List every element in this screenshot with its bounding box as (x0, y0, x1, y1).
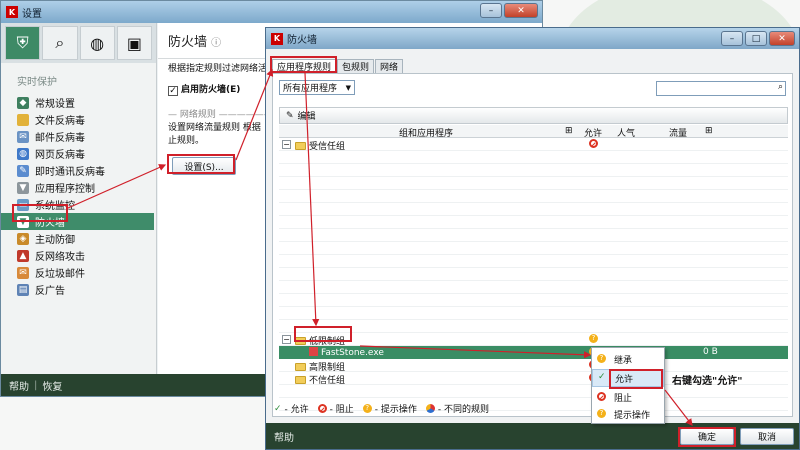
protection-tab-icon[interactable]: ⛨ (5, 26, 41, 60)
help-link[interactable]: 帮助 (9, 378, 29, 393)
context-menu: ? 继承 ✓ 允许 阻止 ? 提示操作 (591, 347, 665, 424)
sidebar-item-web-av[interactable]: ◍ 网页反病毒 (1, 145, 156, 162)
defense-icon: ◈ (17, 232, 29, 245)
folder-icon (295, 142, 306, 150)
monitor-icon: ▭ (17, 198, 29, 211)
filter-icon: ▼ (17, 181, 29, 194)
table-row[interactable]: 高限制组 (279, 359, 788, 373)
folder-icon (295, 337, 306, 345)
sidebar-item-anti-banner[interactable]: ▤ 反广告 (1, 281, 156, 298)
kaspersky-logo-icon: K (271, 32, 283, 45)
sidebar-item-app-control[interactable]: ▼ 应用程序控制 (1, 179, 156, 196)
firewall-icon: ▼ (17, 215, 29, 228)
application-rules-panel: 所有应用程序 ▼ ⌕ ✎ 编辑 组和应用程序 ⊞ 允许 人气 流量 ⊞ − 受信任… (272, 73, 793, 417)
block-icon (589, 139, 598, 148)
firewall-settings-button[interactable]: 设置(S)... (172, 157, 236, 175)
rules-table-header: 组和应用程序 ⊞ 允许 人气 流量 ⊞ (279, 125, 788, 139)
cancel-button[interactable]: 取消 (740, 428, 794, 445)
network-rules-section-label: 网络规则 (179, 110, 216, 120)
inherit-icon: ? (597, 354, 606, 363)
tab-application-rules[interactable]: 应用程序规则 (272, 59, 337, 73)
allow-check-icon: ✓ (598, 372, 606, 382)
prompt-icon: ? (597, 409, 606, 418)
scan-tab-icon[interactable]: ⌕ (42, 26, 78, 60)
block-icon (597, 392, 606, 401)
nav-section-header: 实时保护 (17, 77, 57, 88)
ad-block-icon: ▤ (17, 283, 29, 296)
tab-packet-rules[interactable]: 包规则 (337, 59, 375, 73)
rules-legend: ✓ - 允许 - 阻止 ? - 提示操作 - 不同的规则 (274, 403, 489, 416)
sidebar-item-file-av[interactable]: 文件反病毒 (1, 111, 156, 128)
page-title: 防火墙 (168, 35, 208, 50)
firewall-footer: 帮助 确定 取消 (266, 423, 799, 449)
edit-button[interactable]: 编辑 (298, 109, 316, 122)
menu-item-prompt[interactable]: ? 提示操作 (592, 405, 664, 423)
tab-networks[interactable]: 网络 (375, 59, 404, 73)
network-attack-icon: ▲ (17, 249, 29, 262)
ok-button[interactable]: 确定 (680, 428, 734, 445)
globe-icon: ◍ (17, 147, 29, 160)
chat-icon: ✎ (17, 164, 29, 177)
spam-icon: ✉ (17, 266, 29, 279)
app-name: FastStone.exe (321, 348, 384, 358)
table-row-selected[interactable]: FastStone.exe ? 0 B (279, 346, 788, 359)
folder-icon (295, 376, 306, 384)
sidebar-item-mail-av[interactable]: ✉ 邮件反病毒 (1, 128, 156, 145)
menu-item-inherit[interactable]: ? 继承 (592, 350, 664, 368)
close-button[interactable]: ✕ (504, 3, 538, 18)
sidebar-item-system-watcher[interactable]: ▭ 系统监控 (1, 196, 156, 213)
column-expand-icon[interactable]: ⊞ (565, 126, 573, 136)
sidebar-item-anti-attack[interactable]: ▲ 反网络攻击 (1, 247, 156, 264)
maximize-button[interactable]: □ (745, 31, 767, 46)
help-link[interactable]: 帮助 (274, 429, 294, 444)
enable-firewall-label: 启用防火墙(E) (181, 85, 241, 95)
allow-check-icon: ✓ (274, 403, 282, 414)
menu-item-block[interactable]: 阻止 (592, 388, 664, 406)
mail-icon: ✉ (17, 130, 29, 143)
mixed-rules-icon (425, 404, 435, 413)
rules-tabs: 应用程序规则 包规则 网络 (272, 59, 404, 73)
block-icon (317, 404, 327, 413)
search-icon: ⌕ (777, 82, 783, 92)
restore-link[interactable]: 恢复 (42, 378, 62, 393)
application-filter-select[interactable]: 所有应用程序 ▼ (279, 80, 355, 95)
app-icon (309, 347, 318, 356)
firewall-titlebar: K 防火墙 – □ ✕ (266, 28, 799, 49)
sidebar-item-anti-spam[interactable]: ✉ 反垃圾邮件 (1, 264, 156, 281)
sidebar-item-general[interactable]: ◆ 常规设置 (1, 94, 156, 111)
chevron-down-icon: ▼ (345, 83, 351, 92)
tools-tab-icon[interactable]: ▣ (116, 26, 152, 60)
prompt-icon: ? (362, 404, 372, 413)
info-icon[interactable]: ⓘ (211, 38, 221, 49)
rules-table: − 受信任组 − 低限制组 ? FastStone.exe ? 0 B 高限制组… (279, 138, 788, 412)
app-traffic: 0 B (703, 347, 718, 357)
column-expand-icon-2[interactable]: ⊞ (705, 126, 713, 136)
settings-window-title: 设置 (22, 8, 42, 20)
instruction-annotation: 右键勾选"允许" (672, 376, 743, 387)
minimize-button[interactable]: – (480, 3, 502, 18)
folder-icon (295, 363, 306, 371)
sidebar-item-proactive[interactable]: ◈ 主动防御 (1, 230, 156, 247)
settings-sidebar: ⛨ ⌕ ◍ ▣ 实时保护 ◆ 常规设置 文件反病毒 ✉ 邮件反病毒 ◍ 网页反病毒 ✎… (1, 23, 157, 375)
close-button[interactable]: ✕ (769, 31, 795, 46)
pencil-icon: ✎ (286, 110, 294, 121)
update-tab-icon[interactable]: ◍ (79, 26, 115, 60)
edit-toolbar: ✎ 编辑 (279, 107, 788, 124)
collapse-icon[interactable]: − (282, 335, 291, 344)
prompt-icon: ? (589, 334, 598, 343)
table-row[interactable]: − 受信任组 (279, 138, 788, 152)
enable-firewall-checkbox[interactable]: ✓ (168, 86, 178, 96)
kaspersky-logo-icon: K (6, 6, 18, 18)
minimize-button[interactable]: – (721, 31, 743, 46)
shield-icon: ◆ (17, 96, 29, 109)
table-row[interactable]: − 低限制组 ? (279, 333, 788, 347)
folder-icon (17, 113, 29, 126)
menu-item-allow[interactable]: ✓ 允许 (592, 369, 664, 387)
sidebar-item-firewall[interactable]: ▼ 防火墙 (1, 213, 154, 230)
search-input[interactable]: ⌕ (656, 81, 786, 96)
sidebar-item-im-av[interactable]: ✎ 即时通讯反病毒 (1, 162, 156, 179)
firewall-dialog-title: 防火墙 (287, 35, 317, 46)
settings-titlebar: K 设置 – ✕ (1, 1, 542, 23)
collapse-icon[interactable]: − (282, 140, 291, 149)
